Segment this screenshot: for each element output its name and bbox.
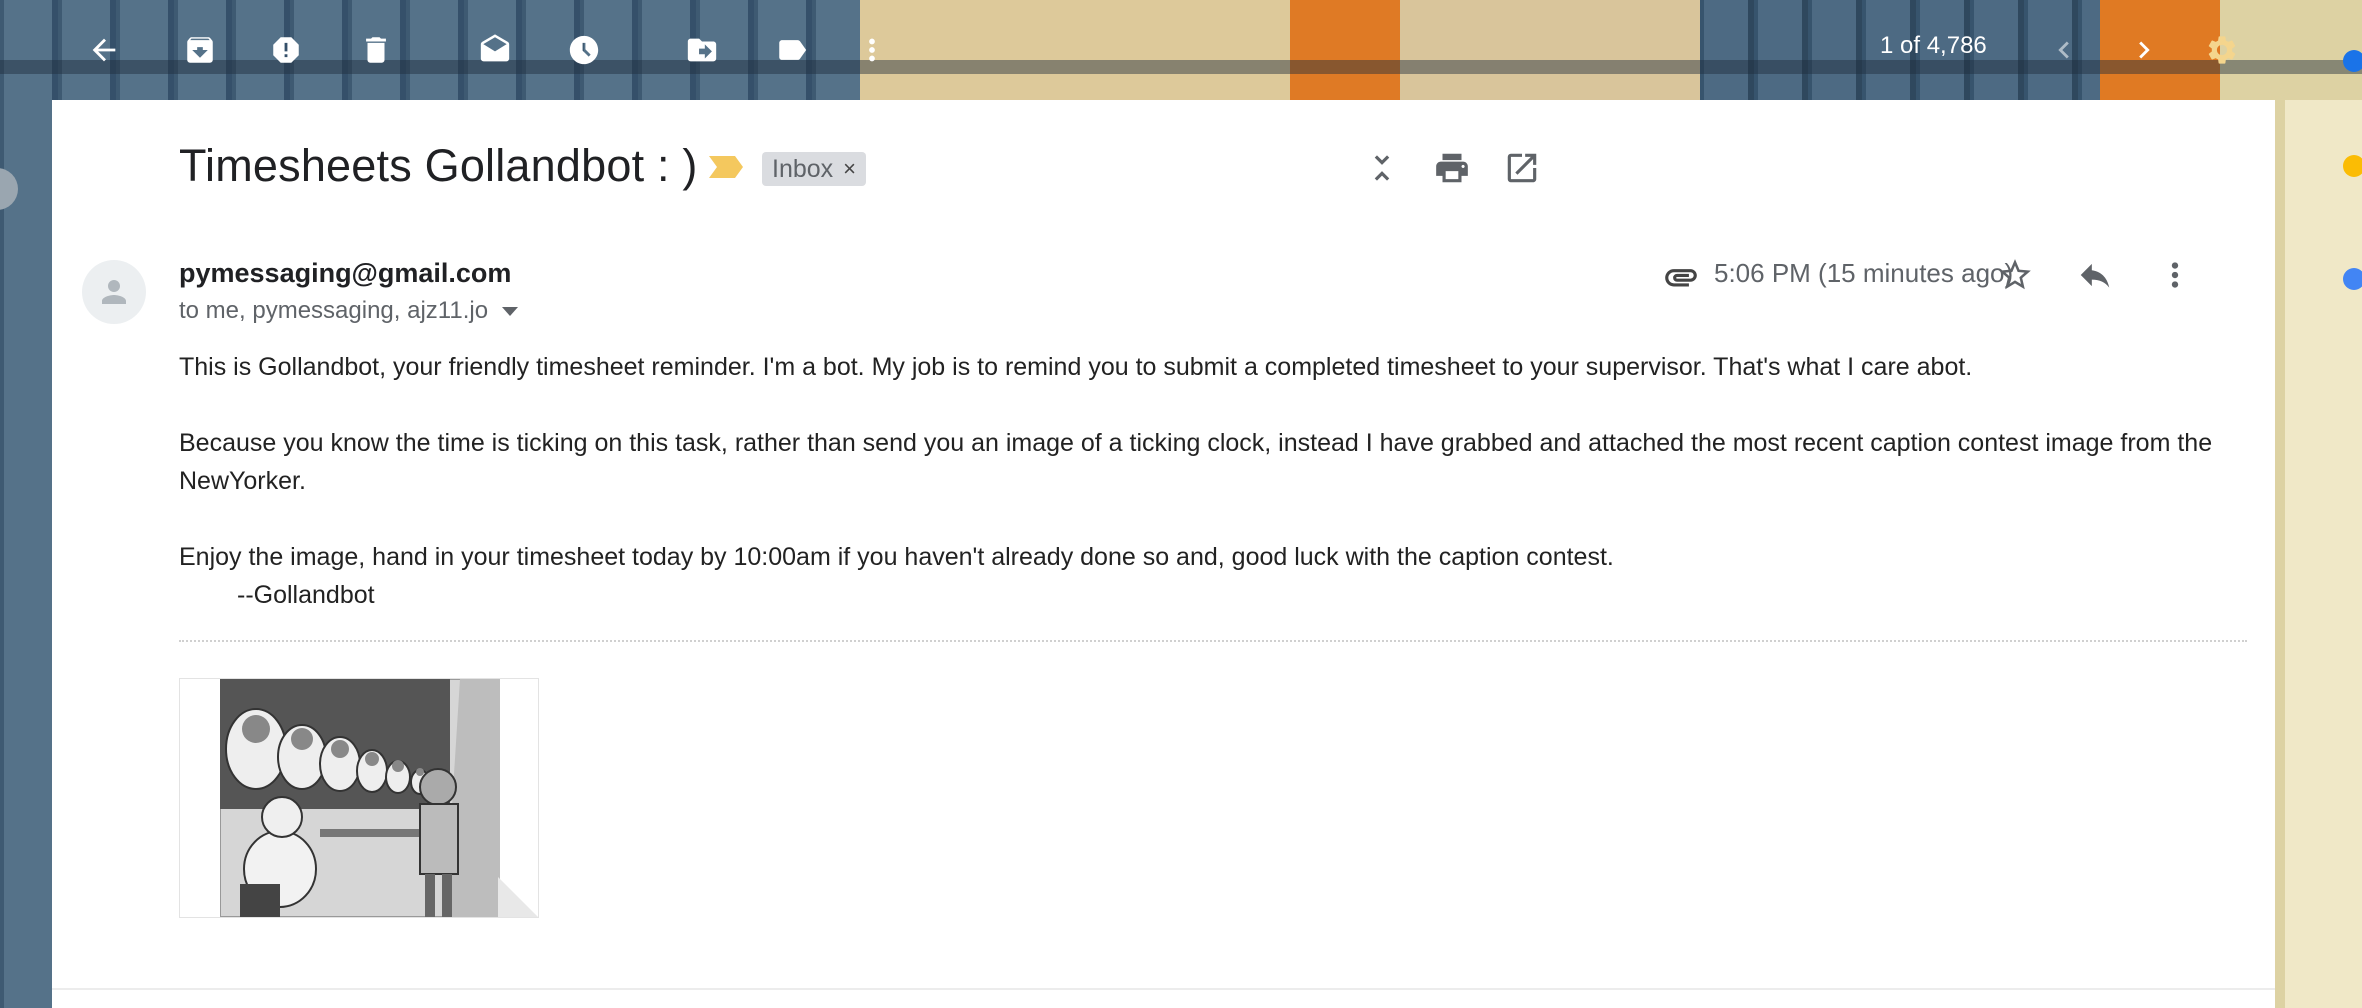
- newer-button[interactable]: [2036, 22, 2092, 78]
- back-button[interactable]: [76, 22, 132, 78]
- report-spam-button[interactable]: [258, 22, 314, 78]
- sender-email[interactable]: pymessaging@gmail.com: [179, 258, 511, 289]
- collapse-icon: [1374, 155, 1390, 181]
- show-details-caret-icon[interactable]: [502, 306, 519, 316]
- message-more-button[interactable]: [2150, 250, 2200, 300]
- archive-icon: [187, 37, 213, 63]
- more-options-button[interactable]: [844, 22, 900, 78]
- delete-button[interactable]: [348, 22, 404, 78]
- older-button[interactable]: [2116, 22, 2172, 78]
- star-outline-icon: [1999, 259, 2031, 290]
- cartoon-image: [220, 679, 500, 917]
- reply-button[interactable]: [2070, 250, 2120, 300]
- label-chip-inbox: Inbox ×: [762, 152, 867, 186]
- trash-icon: [366, 37, 386, 63]
- folder-move-icon: [687, 38, 717, 62]
- tasks-icon[interactable]: [2343, 268, 2362, 290]
- paperclip-icon: [1662, 258, 1700, 301]
- more-vertical-icon: [2171, 262, 2179, 288]
- alert-octagon-icon: [273, 37, 299, 63]
- snooze-button[interactable]: [556, 22, 612, 78]
- gear-icon: [2208, 36, 2236, 64]
- keep-icon[interactable]: [2343, 155, 2362, 177]
- label-chip-text: Inbox: [772, 154, 834, 183]
- clock-icon: [569, 35, 599, 65]
- settings-button[interactable]: [2194, 22, 2250, 78]
- print-button[interactable]: [1428, 144, 1476, 192]
- label-icon: [779, 40, 807, 60]
- open-external-icon: [1507, 153, 1537, 183]
- mark-unread-button[interactable]: [467, 22, 523, 78]
- body-paragraph: Enjoy the image, hand in your timesheet …: [179, 543, 1614, 571]
- importance-marker-icon[interactable]: [707, 152, 747, 187]
- chevron-left-icon: [2058, 41, 2069, 59]
- arrow-left-icon: [92, 38, 116, 62]
- reply-icon: [2080, 263, 2110, 288]
- image-attachment-thumbnail[interactable]: [179, 678, 539, 918]
- calendar-icon[interactable]: [2343, 50, 2362, 72]
- attachment-divider: [179, 640, 2247, 642]
- body-paragraph: Because you know the time is ticking on …: [179, 429, 2213, 495]
- card-bottom-border: [52, 988, 2275, 990]
- pager-count: 1 of 4,786: [1880, 32, 1987, 59]
- signature: --Gollandbot: [237, 581, 375, 609]
- collapse-all-button[interactable]: [1358, 144, 1406, 192]
- recipients-text: to me, pymessaging, ajz11.jo: [179, 297, 489, 324]
- open-new-window-button[interactable]: [1498, 144, 1546, 192]
- chevron-right-icon: [2139, 41, 2150, 59]
- email-card: Timesheets Gollandbot : ) Inbox × pymess…: [52, 100, 2275, 1008]
- archive-button[interactable]: [172, 22, 228, 78]
- body-paragraph: This is Gollandbot, your friendly timesh…: [179, 353, 1973, 381]
- avatar: [82, 260, 146, 324]
- printer-icon: [1436, 153, 1468, 183]
- move-to-button[interactable]: [674, 22, 730, 78]
- star-button[interactable]: [1990, 250, 2040, 300]
- toolbar: 1 of 4,786: [0, 0, 2362, 100]
- labels-button[interactable]: [764, 22, 820, 78]
- remove-label-button[interactable]: ×: [843, 156, 856, 182]
- message-timestamp: 5:06 PM (15 minutes ago): [1714, 258, 2014, 288]
- email-subject: Timesheets Gollandbot : ): [179, 140, 698, 191]
- page-fold: [498, 877, 538, 917]
- envelope-open-icon: [480, 34, 510, 62]
- person-icon: [102, 280, 126, 304]
- recipients-line: to me, pymessaging, ajz11.jo: [179, 297, 519, 325]
- more-vertical-icon: [869, 38, 875, 62]
- side-panel: [2285, 100, 2362, 1008]
- message-body: This is Gollandbot, your friendly timesh…: [179, 348, 2249, 652]
